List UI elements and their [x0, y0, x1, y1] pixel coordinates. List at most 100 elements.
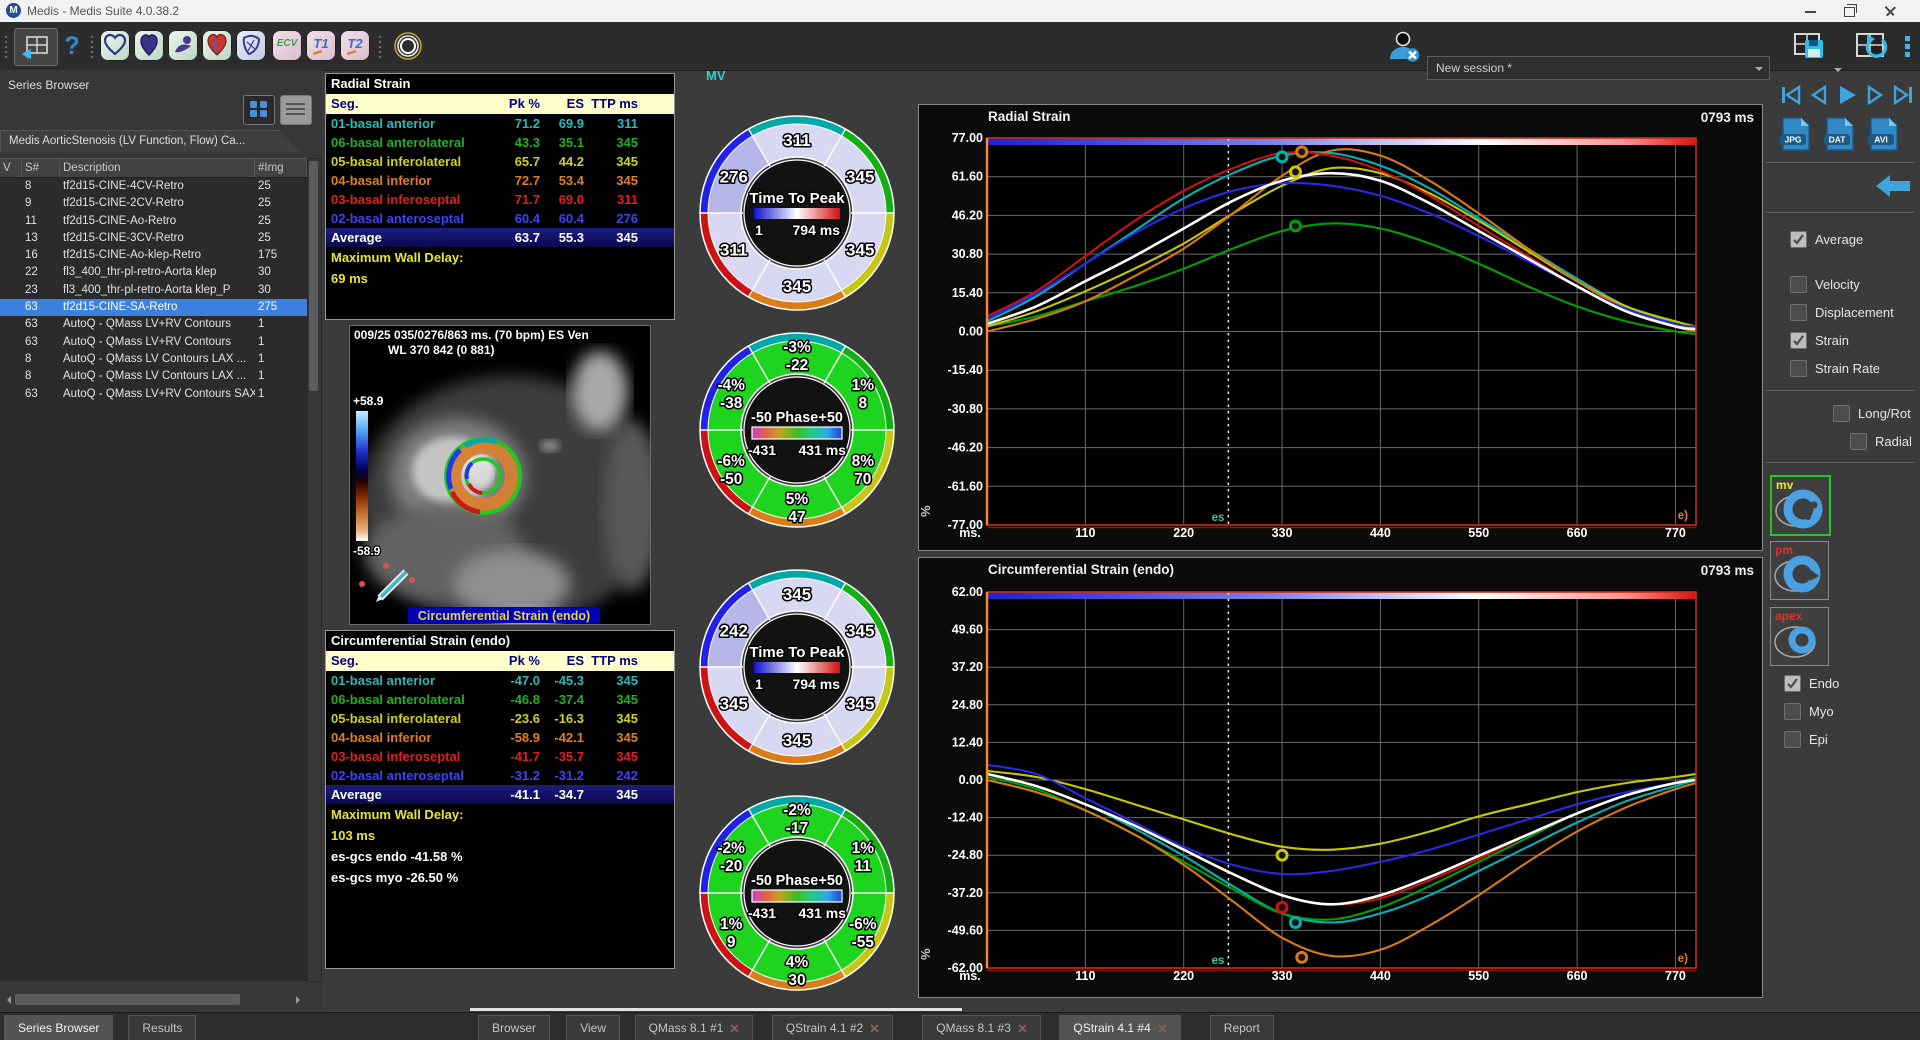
close-tab-icon[interactable]	[870, 1024, 879, 1033]
tab-results[interactable]: Results	[128, 1015, 196, 1040]
kebab-menu-icon[interactable]	[1900, 28, 1914, 64]
qflow-app-icon[interactable]	[134, 30, 164, 61]
series-table-header[interactable]: VS#Description#Img	[0, 159, 307, 178]
export-avi-button[interactable]: AVI	[1867, 116, 1901, 159]
scroll-left-icon[interactable]	[3, 996, 11, 1004]
close-tab-icon[interactable]	[1018, 1024, 1027, 1033]
svg-text:-50: -50	[751, 410, 772, 426]
reset-layout-button[interactable]	[1850, 28, 1896, 64]
tab-qmass-8-1-3[interactable]: QMass 8.1 #3	[922, 1015, 1041, 1040]
skip-last-button[interactable]	[1891, 84, 1915, 106]
series-column-header[interactable]: #Img	[255, 159, 307, 177]
step-forward-button[interactable]	[1863, 84, 1887, 106]
mri-viewer[interactable]: 009/25 035/0276/863 ms. (70 bpm) ES Ven …	[349, 325, 651, 625]
qstrain-app-icon[interactable]	[202, 30, 232, 61]
3dview-app-icon[interactable]	[168, 30, 198, 61]
checkbox-box[interactable]	[1784, 703, 1801, 720]
toolbar-grip[interactable]	[378, 34, 384, 60]
close-tab-icon[interactable]	[730, 1024, 739, 1033]
checkbox-box[interactable]	[1784, 675, 1801, 692]
tab-view[interactable]: View	[566, 1015, 620, 1040]
checkbox-box[interactable]	[1790, 304, 1807, 321]
qtavi-app-icon[interactable]	[236, 30, 266, 61]
svg-text:DAT: DAT	[1829, 135, 1847, 145]
step-back-button[interactable]	[1807, 84, 1831, 106]
checkbox-displacement[interactable]: Displacement	[1790, 304, 1894, 321]
ecv-app-icon[interactable]: ECV	[272, 30, 302, 61]
session-dropdown[interactable]: New session *	[1427, 56, 1770, 80]
tab-report[interactable]: Report	[1210, 1015, 1274, 1040]
layout-button[interactable]	[14, 28, 58, 66]
tab-series-browser[interactable]: Series Browser	[4, 1015, 113, 1040]
series-row[interactable]: 13tf2d15-CINE-3CV-Retro25	[0, 230, 307, 247]
checkbox-radial[interactable]: Radial	[1850, 433, 1912, 450]
series-row[interactable]: 22fl3_400_thr-pl-retro-Aorta klep30	[0, 264, 307, 281]
toolbar-grip[interactable]	[4, 34, 10, 60]
save-layout-caret-icon[interactable]	[1834, 68, 1842, 76]
skip-first-button[interactable]	[1779, 84, 1803, 106]
series-column-header[interactable]: S#	[22, 159, 60, 177]
play-button[interactable]	[1835, 84, 1859, 106]
checkbox-box[interactable]	[1850, 433, 1867, 450]
tab-qstrain-4-1-2[interactable]: QStrain 4.1 #2	[772, 1015, 893, 1040]
export-dat-button[interactable]: DAT	[1823, 116, 1857, 159]
checkbox-box[interactable]	[1784, 731, 1801, 748]
series-vertical-scrollbar[interactable]	[307, 158, 322, 982]
t1-app-icon[interactable]: T1	[306, 30, 336, 61]
series-row[interactable]: 8AutoQ - QMass LV Contours LAX ...1	[0, 368, 307, 385]
series-row[interactable]: 23fl3_400_thr-pl-retro-Aorta klep_P30	[0, 282, 307, 299]
series-row[interactable]: 16tf2d15-CINE-Ao-klep-Retro175	[0, 247, 307, 264]
patient-tab[interactable]: Medis AorticStenosis (LV Function, Flow)…	[0, 130, 300, 152]
tab-qstrain-4-1-4[interactable]: QStrain 4.1 #4	[1059, 1015, 1180, 1040]
slice-button-pm[interactable]: pm	[1770, 541, 1829, 600]
series-row[interactable]: 11tf2d15-CINE-Ao-Retro25	[0, 213, 307, 230]
checkbox-endo[interactable]: Endo	[1784, 675, 1839, 692]
series-row[interactable]: 8tf2d15-CINE-4CV-Retro25	[0, 178, 307, 195]
checkbox-strain[interactable]: Strain	[1790, 332, 1849, 349]
checkbox-average[interactable]: Average	[1790, 231, 1863, 248]
series-row[interactable]: 8AutoQ - QMass LV Contours LAX ...1	[0, 351, 307, 368]
series-row[interactable]: 63AutoQ - QMass LV+RV Contours SAX1	[0, 386, 307, 403]
strain-cell: -34.7	[540, 785, 584, 804]
toolbar-grip[interactable]	[90, 34, 96, 60]
qmass-app-icon[interactable]	[100, 30, 130, 61]
export-jpg-button[interactable]: JPG	[1779, 116, 1813, 159]
rings-logo-icon	[390, 28, 426, 64]
grid-view-button[interactable]	[243, 95, 275, 125]
scroll-right-icon[interactable]	[296, 996, 304, 1004]
checkbox-epi[interactable]: Epi	[1784, 731, 1828, 748]
series-row[interactable]: 9tf2d15-CINE-2CV-Retro25	[0, 195, 307, 212]
save-layout-button[interactable]	[1788, 28, 1832, 64]
checkbox-long-rot[interactable]: Long/Rot	[1833, 405, 1911, 422]
checkbox-velocity[interactable]: Velocity	[1790, 276, 1860, 293]
series-row[interactable]: 63AutoQ - QMass LV+RV Contours1	[0, 334, 307, 351]
series-column-header[interactable]: Description	[60, 159, 255, 177]
checkbox-box[interactable]	[1790, 276, 1807, 293]
user-session-icon[interactable]	[1385, 28, 1423, 64]
checkbox-strain-rate[interactable]: Strain Rate	[1790, 360, 1880, 377]
tab-browser[interactable]: Browser	[478, 1015, 550, 1040]
close-tab-icon[interactable]	[1158, 1024, 1167, 1033]
contour-overlay[interactable]	[446, 439, 520, 513]
slice-button-apex[interactable]: apex	[1770, 607, 1829, 666]
slice-button-mv[interactable]: mv	[1770, 475, 1831, 536]
series-column-header[interactable]: V	[0, 159, 22, 177]
checkbox-box[interactable]	[1833, 405, 1850, 422]
series-horizontal-scrollbar[interactable]	[0, 993, 307, 1007]
close-icon[interactable]	[1874, 0, 1908, 22]
help-button[interactable]: ?	[58, 28, 86, 64]
maximize-button[interactable]	[1832, 0, 1866, 22]
checkbox-box[interactable]	[1790, 231, 1807, 248]
tab-qmass-8-1-1[interactable]: QMass 8.1 #1	[635, 1015, 754, 1040]
list-view-button[interactable]	[280, 95, 312, 125]
checkbox-box[interactable]	[1790, 332, 1807, 349]
t2-app-icon[interactable]: T2	[340, 30, 370, 61]
series-row[interactable]: 63tf2d15-CINE-SA-Retro275	[0, 299, 307, 316]
minimize-button[interactable]	[1793, 0, 1827, 22]
tab-scroll-indicator[interactable]	[470, 1008, 962, 1011]
y-tick-label: -24.80	[948, 848, 983, 862]
series-row[interactable]: 63AutoQ - QMass LV+RV Contours1	[0, 316, 307, 333]
checkbox-myo[interactable]: Myo	[1784, 703, 1834, 720]
back-arrow-button[interactable]	[1874, 172, 1912, 200]
checkbox-box[interactable]	[1790, 360, 1807, 377]
